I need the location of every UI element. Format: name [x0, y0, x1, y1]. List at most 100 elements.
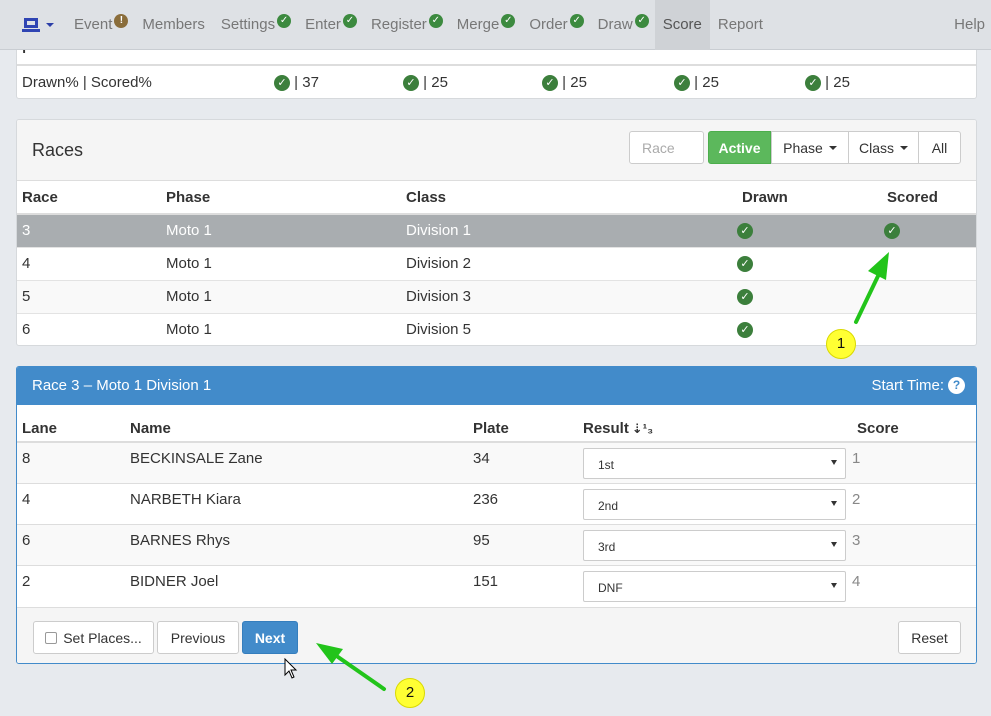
result-select[interactable]: 1st: [583, 448, 846, 479]
nav-register[interactable]: Register ✓: [363, 0, 449, 50]
race-class: Division 1: [401, 213, 737, 247]
check-icon: ✓: [403, 75, 419, 92]
race-number: 6: [17, 312, 161, 345]
summary-row-label: Drawn% | Scored%: [22, 74, 152, 91]
filter-all-button[interactable]: All: [918, 131, 961, 164]
check-icon: ✓: [569, 13, 584, 28]
check-icon: ✓: [542, 75, 558, 92]
race-phase: Moto 1: [161, 213, 401, 247]
race-row[interactable]: 4 Moto 1 Division 2 ✓: [17, 246, 976, 280]
previous-button[interactable]: Previous: [157, 621, 239, 654]
nav-score[interactable]: Score: [654, 0, 710, 50]
result-cell: 1st: [578, 441, 852, 483]
filter-active-button[interactable]: Active: [708, 131, 771, 164]
result-select[interactable]: 3rd: [583, 529, 846, 561]
reset-button[interactable]: Reset: [898, 621, 961, 654]
result-row: 6 BARNES Rhys 95 3rd 3: [17, 523, 976, 565]
sort-numeric-icon[interactable]: ⇣¹₃: [632, 421, 653, 437]
score: 2: [852, 482, 976, 524]
race-scored: ✓: [882, 213, 976, 247]
nav-draw[interactable]: Draw ✓: [590, 0, 655, 50]
plate: 236: [468, 482, 578, 524]
race-phase: Moto 1: [161, 312, 401, 345]
next-button[interactable]: Next: [242, 621, 298, 654]
races-panel: Races Active Phase Class All Race Phase …: [16, 119, 977, 346]
result-cell: 3rd: [578, 523, 852, 565]
score: 1: [852, 441, 976, 483]
set-places-button[interactable]: Set Places...: [33, 621, 154, 654]
race-class: Division 2: [401, 246, 737, 280]
check-icon: ✓: [274, 75, 290, 92]
check-icon: ✓: [277, 13, 292, 28]
dropdown-arrow-icon: [831, 582, 837, 588]
race-drawn: ✓: [737, 312, 882, 345]
score: 3: [852, 523, 976, 565]
col-plate: Plate: [468, 405, 578, 443]
result-select[interactable]: DNF: [583, 570, 846, 602]
filter-phase-button[interactable]: Phase: [771, 131, 849, 164]
nav-help[interactable]: Help: [946, 0, 991, 50]
check-icon: ✓: [342, 13, 357, 28]
chevron-down-icon: [900, 145, 908, 150]
chevron-down-icon: [828, 145, 837, 150]
col-class: Class: [401, 181, 737, 215]
race-scored: [882, 246, 976, 280]
col-scored: Scored: [882, 181, 976, 215]
race-row-selected[interactable]: 3 Moto 1 Division 1 ✓ ✓: [17, 213, 976, 247]
score: 4: [852, 564, 976, 606]
race-drawn: ✓: [737, 246, 882, 280]
result-select[interactable]: 2nd: [583, 488, 846, 520]
nav-settings[interactable]: Settings ✓: [213, 0, 297, 50]
nav-enter[interactable]: Enter ✓: [297, 0, 363, 50]
check-icon: ✓: [737, 256, 753, 273]
summary-cell: ✓ | 25: [542, 74, 587, 92]
laptop-icon: [22, 17, 40, 32]
col-phase: Phase: [161, 181, 401, 215]
check-icon: ✓: [501, 13, 516, 28]
result-row: 8 BECKINSALE Zane 34 1st 1: [17, 441, 976, 483]
col-score: Score: [852, 405, 976, 443]
nav-members[interactable]: Members: [134, 0, 213, 50]
col-result[interactable]: Result ⇣¹₃: [578, 405, 852, 443]
lane: 2: [17, 564, 125, 606]
race-number: 4: [17, 246, 161, 280]
summary-cell: ✓ | 25: [805, 74, 850, 92]
race-class: Division 5: [401, 312, 737, 345]
rider-name: NARBETH Kiara: [125, 482, 468, 524]
race-search-input[interactable]: [629, 131, 704, 164]
col-drawn: Drawn: [737, 181, 882, 215]
results-title: Race 3 – Moto 1 Division 1: [32, 377, 212, 394]
checkbox[interactable]: [45, 631, 58, 644]
race-phase: Moto 1: [161, 246, 401, 280]
result-cell: 2nd: [578, 482, 852, 524]
rider-name: BARNES Rhys: [125, 523, 468, 565]
result-cell: DNF: [578, 564, 852, 606]
summary-cell: ✓ | 37: [274, 74, 319, 92]
summary-row: Drawn% | Scored% ✓ | 37 ✓ | 25 ✓ | 25 ✓ …: [17, 67, 976, 98]
nav-event[interactable]: Event!: [66, 0, 134, 50]
help-icon[interactable]: ?: [948, 377, 965, 394]
nav-report[interactable]: Report: [710, 0, 771, 50]
app-menu-button[interactable]: [0, 0, 66, 50]
races-table: Race Phase Class Drawn Scored 3 Moto 1 D…: [17, 181, 976, 345]
races-panel-header: Races Active Phase Class All: [17, 120, 976, 181]
race-scored: [882, 279, 976, 313]
filter-class-button[interactable]: Class: [848, 131, 919, 164]
race-row[interactable]: 5 Moto 1 Division 3 ✓: [17, 279, 976, 313]
nav-order[interactable]: Order ✓: [521, 0, 589, 50]
check-icon: ✓: [674, 75, 690, 92]
check-icon: ✓: [737, 322, 753, 339]
plate: 95: [468, 523, 578, 565]
result-row: 4 NARBETH Kiara 236 2nd 2: [17, 482, 976, 524]
mouse-cursor-icon: [284, 658, 298, 679]
summary-cell: ✓ | 25: [674, 74, 719, 92]
plate: 151: [468, 564, 578, 606]
lane: 4: [17, 482, 125, 524]
lane: 8: [17, 441, 125, 483]
col-name: Name: [125, 405, 468, 443]
annotation-marker-1: 1: [826, 329, 856, 359]
results-table-header: Lane Name Plate Result ⇣¹₃ Score: [17, 405, 976, 443]
nav-merge[interactable]: Merge ✓: [449, 0, 522, 50]
start-time-label: Start Time:: [871, 377, 944, 394]
dropdown-arrow-icon: [831, 460, 837, 465]
